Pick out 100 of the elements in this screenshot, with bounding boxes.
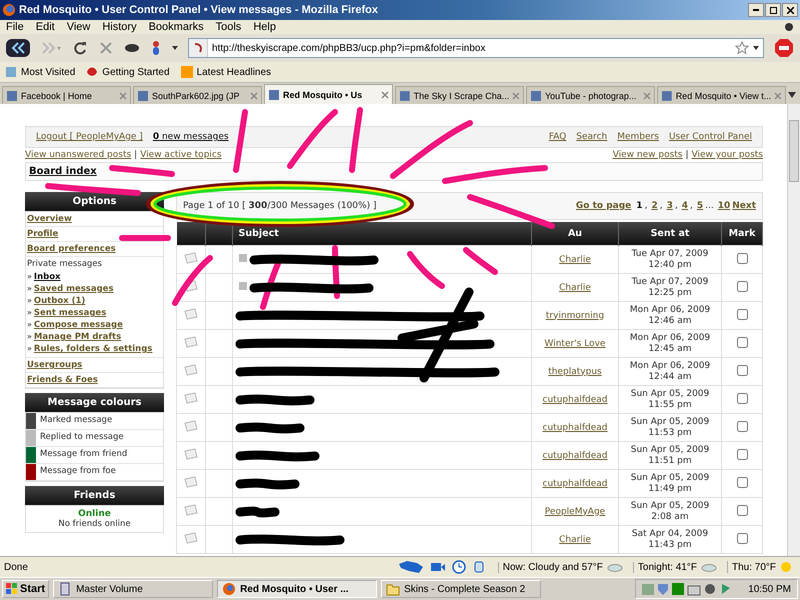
author-link[interactable]: cutuphalfdead xyxy=(542,450,608,460)
mark-checkbox[interactable] xyxy=(736,504,748,516)
mark-checkbox[interactable] xyxy=(736,336,748,348)
online-label: Online xyxy=(77,509,112,519)
start-button[interactable]: Start xyxy=(2,580,50,598)
page-link[interactable]: 5 xyxy=(696,201,704,211)
page-link[interactable]: 4 xyxy=(682,201,688,211)
mark-checkbox[interactable] xyxy=(736,364,748,376)
envelope-icon xyxy=(182,392,199,404)
author-link[interactable]: theplatypus xyxy=(548,366,602,376)
nav-link[interactable]: View unanswered posts xyxy=(25,150,132,160)
author-link[interactable]: Winter's Love xyxy=(544,338,606,348)
sidebar-link[interactable]: Sent messages xyxy=(34,308,106,318)
browser-tab[interactable]: Facebook | Home xyxy=(2,86,131,104)
sent-time: 12:45 am xyxy=(647,344,693,354)
author-link[interactable]: Charlie xyxy=(559,254,591,264)
logout-link[interactable]: Logout [ PeopleMyAge ] xyxy=(36,132,143,142)
browser-tab[interactable]: SouthPark602.jpg (JP xyxy=(133,86,262,104)
bookmark-page-icon xyxy=(4,65,18,79)
adblock-stop-sign-icon[interactable] xyxy=(774,38,794,58)
disc-icon[interactable] xyxy=(124,42,140,54)
nav-link[interactable]: View active topics xyxy=(140,150,222,160)
column-header: Au xyxy=(532,222,618,246)
taskbar-button[interactable]: Master Volume xyxy=(53,580,214,598)
reload-icon[interactable] xyxy=(72,40,88,56)
browser-tab[interactable]: YouTube - photograp... xyxy=(526,86,655,104)
header-link[interactable]: Members xyxy=(617,132,659,142)
menu-item[interactable]: File xyxy=(6,21,24,33)
bookmark-item[interactable]: Latest Headlines xyxy=(180,65,272,79)
author-link[interactable]: tryinmorning xyxy=(546,310,604,320)
author-link[interactable]: PeopleMyAge xyxy=(544,506,606,516)
mark-checkbox[interactable] xyxy=(736,420,748,432)
mark-checkbox[interactable] xyxy=(736,252,748,264)
page-link[interactable]: 2 xyxy=(651,201,658,211)
sent-time: 12:44 am xyxy=(647,372,693,382)
close-button[interactable] xyxy=(782,3,798,17)
envelope-icon xyxy=(182,532,199,544)
nav-link[interactable]: View new posts xyxy=(612,150,682,160)
mark-checkbox[interactable] xyxy=(736,392,748,404)
dropdown-caret-icon[interactable] xyxy=(172,46,178,50)
breadcrumb-link[interactable]: Board index xyxy=(29,166,97,177)
minimize-button[interactable] xyxy=(748,3,764,17)
sidebar-link[interactable]: Board preferences xyxy=(26,242,163,257)
sidebar-link[interactable]: Inbox xyxy=(34,272,61,282)
author-link[interactable]: cutuphalfdead xyxy=(542,394,608,404)
folder-icon xyxy=(386,582,400,596)
figure-icon[interactable] xyxy=(150,40,162,56)
new-messages-link[interactable]: 0 new messages xyxy=(152,132,229,142)
header-link[interactable]: Search xyxy=(576,132,608,142)
sidebar-link[interactable]: Saved messages xyxy=(34,284,114,294)
sidebar-link[interactable]: Outbox (1) xyxy=(34,296,86,306)
page-link[interactable]: 1 xyxy=(636,201,643,211)
envelope-icon xyxy=(182,448,199,460)
menu-item[interactable]: View xyxy=(66,21,90,33)
mark-checkbox[interactable] xyxy=(736,280,748,292)
scribble-line xyxy=(407,251,445,289)
page-link[interactable]: 10 xyxy=(718,201,730,211)
back-button[interactable] xyxy=(6,39,30,57)
browser-tab[interactable]: Red Mosquito • Us xyxy=(264,84,393,104)
author-link[interactable]: Charlie xyxy=(559,282,591,292)
browser-tab[interactable]: Red Mosquito • View t... xyxy=(657,86,786,104)
bookmark-item[interactable]: Getting Started xyxy=(85,65,170,79)
menu-item[interactable]: Edit xyxy=(36,21,55,33)
author-link[interactable]: cutuphalfdead xyxy=(542,422,608,432)
menu-item[interactable]: Tools xyxy=(216,21,242,33)
page-link[interactable]: 3 xyxy=(666,201,673,211)
close-tab-icon[interactable] xyxy=(381,90,389,98)
taskbar-button[interactable]: Skins - Complete Season 2 xyxy=(381,580,542,598)
bookmark-item[interactable]: Most Visited xyxy=(4,65,76,79)
browser-tab[interactable]: The Sky I Scrape Cha... xyxy=(395,86,524,104)
sidebar-link[interactable]: Friends & Foes xyxy=(26,373,163,388)
author-link[interactable]: Charlie xyxy=(559,534,591,544)
tab-list-caret-icon[interactable] xyxy=(788,92,796,98)
sidebar-link[interactable]: Compose message xyxy=(34,320,123,330)
scrollbar[interactable] xyxy=(787,104,800,556)
sent-time: 11:53 pm xyxy=(647,428,693,438)
sidebar-link[interactable]: Manage PM drafts xyxy=(34,332,122,342)
sidebar-link[interactable]: Usergroups xyxy=(26,358,163,373)
header-link[interactable]: FAQ xyxy=(548,132,566,142)
author-link[interactable]: cutuphalfdead xyxy=(542,478,608,488)
mark-checkbox[interactable] xyxy=(736,308,748,320)
page-link[interactable]: Next xyxy=(732,201,756,211)
header-link[interactable]: User Control Panel xyxy=(668,132,752,142)
sidebar-link[interactable]: Profile xyxy=(26,227,163,242)
mark-checkbox[interactable] xyxy=(736,532,748,544)
go-to-page-link[interactable]: Go to page xyxy=(576,201,632,211)
clock-time: 10:50 PM xyxy=(748,584,791,594)
restore-button[interactable] xyxy=(765,3,781,17)
mark-checkbox[interactable] xyxy=(736,448,748,460)
mark-checkbox[interactable] xyxy=(736,476,748,488)
sent-time: 11:51 pm xyxy=(647,456,693,466)
taskbar-button[interactable]: Red Mosquito • User ... xyxy=(217,580,378,598)
nav-link[interactable]: View your posts xyxy=(692,150,763,160)
sidebar-link[interactable]: Overview xyxy=(26,212,163,227)
menu-item[interactable]: History xyxy=(102,21,137,33)
sidebar-link[interactable]: Rules, folders & settings xyxy=(34,344,152,354)
address-bar[interactable]: http://theskyiscrape.com/phpBB3/ucp.php?i=pm&folder=inbox xyxy=(188,38,764,58)
menu-item[interactable]: Help xyxy=(253,21,276,33)
menu-item[interactable]: Bookmarks xyxy=(148,21,204,33)
scrollbar-thumb[interactable] xyxy=(789,120,799,182)
